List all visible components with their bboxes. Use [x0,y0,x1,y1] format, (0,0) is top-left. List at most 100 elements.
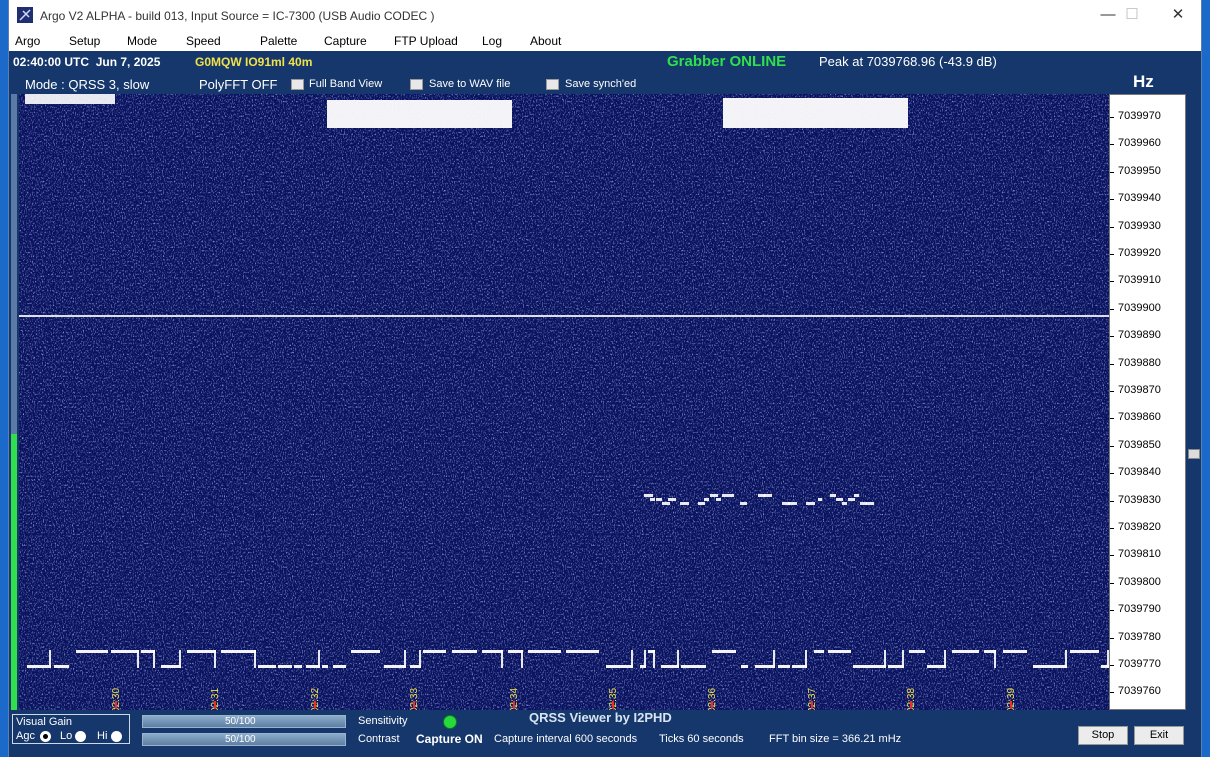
signal-trace [423,650,446,653]
frequency-tick [1110,117,1114,118]
save-synch-label: Save synch'ed [565,78,637,90]
signal-trace [528,650,561,653]
ticks-label: Ticks 60 seconds [659,733,744,745]
signal-trace [501,650,503,668]
frequency-tick [1110,445,1114,447]
signal-trace [792,665,807,668]
frequency-label: 7039920 [1118,247,1161,259]
frequency-tick [1110,473,1114,475]
menu-log[interactable]: Log [482,34,502,48]
full-band-checkbox[interactable] [291,79,304,90]
level-bar-fill [11,434,17,710]
app-icon [17,7,33,23]
exit-button[interactable]: Exit [1134,726,1184,745]
status-bar: 02:40:00 UTC Jun 7, 2025 G0MQW IO91ml 40… [9,51,1201,73]
signal-trace [712,650,736,653]
contrast-slider[interactable]: 50/100 [142,733,346,746]
agc-radio[interactable] [40,731,51,742]
frequency-label: 7039890 [1118,329,1161,342]
menu-setup[interactable]: Setup [69,34,100,48]
signal-trace [842,502,847,505]
signal-trace [76,650,108,653]
time-tick [512,701,515,709]
frequency-label: 7039930 [1118,219,1161,232]
signal-trace [860,502,867,505]
signal-trace [755,665,775,668]
menu-argo[interactable]: Argo [15,34,40,48]
scrollbar-thumb[interactable] [1188,449,1200,459]
time-tick [711,701,714,709]
save-wav-checkbox[interactable] [410,79,423,90]
signal-trace [327,100,512,128]
signal-trace [1065,650,1067,668]
signal-trace [788,502,797,505]
signal-trace [884,650,886,668]
frequency-tick [1110,500,1114,502]
menu-ftp-upload[interactable]: FTP Upload [394,34,458,48]
signal-trace [384,665,406,668]
frequency-scrollbar[interactable] [1187,94,1201,710]
frequency-label: 7039760 [1118,685,1161,698]
save-synch-checkbox[interactable] [546,79,559,90]
signal-trace [404,650,406,668]
signal-trace [482,650,503,653]
signal-trace [322,665,328,668]
menu-speed[interactable]: Speed [186,34,221,48]
signal-trace [764,494,772,497]
maximize-button[interactable]: ☐ [1109,0,1155,31]
time-tick [313,701,316,709]
signal-trace [141,650,155,653]
frequency-label: 7039790 [1118,603,1161,616]
frequency-tick [1110,171,1114,173]
signal-trace [111,650,139,653]
signal-trace [419,650,421,668]
frequency-tick [1110,582,1114,584]
sensitivity-slider[interactable]: 50/100 [142,715,346,728]
hi-radio[interactable] [111,731,122,742]
frequency-tick [1110,254,1114,255]
close-button[interactable]: ✕ [1155,0,1201,31]
signal-trace [866,502,874,505]
frequency-label: 7039780 [1118,630,1161,643]
time-tick [115,701,117,709]
time-tick [413,701,416,709]
menu-mode[interactable]: Mode [127,34,157,48]
signal-trace [521,650,523,668]
signal-trace [254,650,256,668]
signal-trace [452,650,477,653]
signal-trace [741,665,748,668]
bottom-panel: Visual Gain Agc Lo Hi 50/100 50/100 Sens… [9,710,1201,757]
level-bar [11,94,17,710]
waterfall-display[interactable] [19,94,1109,710]
callsign-label: G0MQW IO91ml 40m [195,55,313,69]
frequency-label: 7039940 [1118,192,1161,205]
stop-button[interactable]: Stop [1078,726,1128,745]
signal-trace [722,494,728,497]
signal-trace [723,98,908,128]
signal-trace [137,650,139,668]
frequency-tick [1110,391,1114,392]
fft-bin-size: FFT bin size = 366.21 mHz [769,733,902,745]
signal-trace [698,502,705,505]
menu-about[interactable]: About [530,34,561,48]
signal-trace [854,494,859,497]
waterfall-svg [19,94,1109,710]
frequency-tick [1110,692,1114,694]
mode-bar: Mode : QRSS 3, slow PolyFFT OFF Full Ban… [9,73,1201,94]
lo-radio[interactable] [75,731,86,742]
signal-trace [909,650,925,653]
utc-clock: 02:40:00 UTC Jun 7, 2025 [13,55,161,69]
signal-trace [944,650,946,668]
polyfft-toggle[interactable]: PolyFFT OFF [199,77,277,92]
qrss-viewer-title: QRSS Viewer by I2PHD [529,710,672,725]
menu-capture[interactable]: Capture [324,34,367,48]
frequency-tick [1110,336,1114,338]
hi-label: Hi [97,730,108,742]
menu-palette[interactable]: Palette [260,34,297,48]
capture-led-icon [443,715,457,729]
signal-trace [848,498,855,501]
signal-trace [680,502,689,505]
full-band-label: Full Band View [309,78,383,90]
signal-trace [54,665,69,668]
lo-label: Lo [60,730,73,742]
